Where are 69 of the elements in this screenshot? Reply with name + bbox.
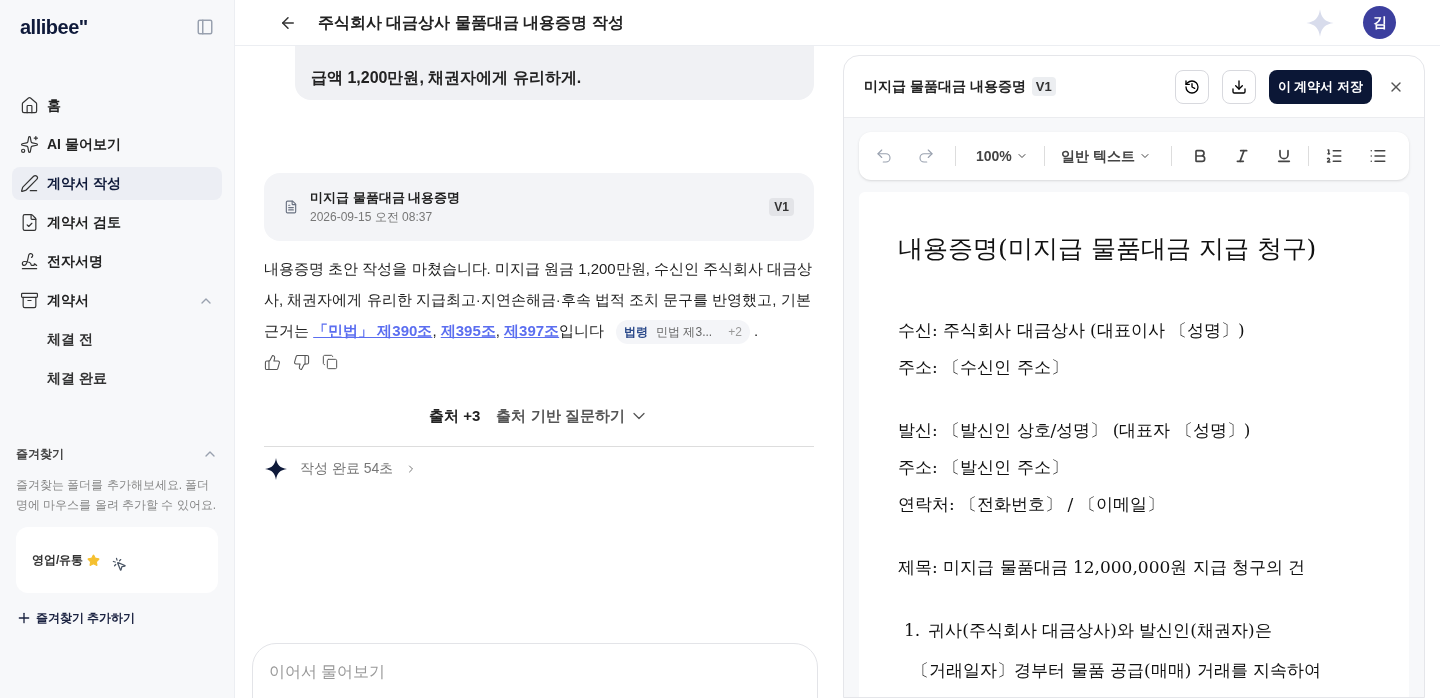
cursor-icon	[112, 556, 128, 572]
nav-subitem[interactable]: 체결 전	[12, 323, 222, 356]
version-badge: V1	[1031, 76, 1056, 97]
nav-subitem[interactable]: 체결 완료	[12, 362, 222, 395]
separator: ,	[432, 322, 438, 339]
copy-icon[interactable]	[322, 354, 338, 370]
sidebar-toggle-icon[interactable]	[196, 18, 214, 36]
document-line: 귀사(주식회사 대금상사)와 발신인(채권자)은	[928, 618, 1273, 642]
list-number: 1.	[904, 618, 921, 642]
done-status[interactable]: 작성 완료 54초	[264, 456, 814, 481]
section-title: 즐겨찾기	[16, 446, 64, 463]
plus-icon	[16, 610, 32, 626]
text-style-select[interactable]: 일반 텍스트	[1060, 145, 1151, 167]
nav-item[interactable]: 계약서	[12, 284, 222, 317]
document-line: 수신: 주식회사 대금상사 (대표이사 〔성명〕)	[898, 318, 1246, 340]
file-check-icon	[20, 213, 39, 232]
pen-icon	[20, 174, 39, 193]
answer-text: 내용증명 초안 작성을 마쳤습니다. 미지급 원금 1,200만원, 수신인 주식회사 대금상사, 채권자에게 유리한 지급최고·지연손해금·후속 법적 조치 문구를 반영했고, 기본 근거는 「민법」 제390조, 제395조, 제397조입니다 법령 민법 제3... +2 .	[264, 253, 814, 346]
law-link[interactable]: 「민법」 제390조	[313, 322, 433, 339]
document-line: 주소: 〔수신인 주소〕	[898, 355, 1069, 377]
document-date: 2026-09-15 오전 08:37	[310, 208, 434, 226]
answer-tail: 입니다	[559, 322, 605, 339]
user-message: 급액 1,200만원, 채권자에게 유리하게.	[295, 46, 814, 100]
answer-end: .	[753, 322, 759, 339]
download-icon	[1230, 78, 1247, 95]
history-button[interactable]	[1174, 69, 1209, 104]
version-badge: V1	[769, 198, 794, 216]
nav-item[interactable]: 전자서명	[12, 245, 222, 278]
logo: allibee"	[20, 15, 88, 40]
star-icon[interactable]	[87, 553, 101, 567]
signature-icon	[20, 252, 39, 271]
bullet-list-icon[interactable]	[1368, 147, 1387, 165]
favorite-item[interactable]: 영업/유통	[32, 551, 84, 569]
zoom-select[interactable]: 100%	[976, 145, 1028, 167]
citation-chip[interactable]: 법령 민법 제3... +2	[616, 320, 750, 345]
save-button[interactable]: 이 계약서 저장	[1268, 69, 1372, 104]
hint-text: 즐겨찾는 폴더를 추가해보세요. 폴더명에 마우스를 올려 추가할 수 있어요.	[16, 477, 217, 514]
nav-item[interactable]: 계약서 작성	[12, 167, 222, 200]
separator: ,	[495, 322, 501, 339]
archive-icon	[20, 291, 39, 310]
page-title: 주식회사 대금상사 물품대금 내용증명 작성	[318, 12, 624, 33]
document-card[interactable]: 미지급 물품대금 내용증명 2026-09-15 오전 08:37 V1	[264, 173, 814, 241]
document-title: 미지급 물품대금 내용증명	[310, 189, 462, 208]
document-line: 〔거래일자〕경부터 물품 공급(매매) 거래를 지속하여	[912, 659, 1322, 682]
nav-item[interactable]: 홈	[12, 89, 222, 122]
history-icon	[1183, 78, 1200, 95]
download-button[interactable]	[1221, 69, 1256, 104]
editor-title: 미지급 물품대금 내용증명	[864, 77, 1026, 96]
underline-icon[interactable]	[1275, 148, 1292, 164]
sources-button[interactable]: 출처 +3	[429, 405, 481, 428]
thumbs-down-icon[interactable]	[293, 354, 310, 371]
law-link[interactable]: 제395조	[440, 322, 496, 339]
user-avatar[interactable]: 김	[1363, 6, 1396, 39]
document-line: 연락처: 〔전화번호〕 / 〔이메일〕	[898, 492, 1165, 514]
sparkle-icon	[20, 135, 39, 154]
nav-item[interactable]: AI 물어보기	[12, 128, 222, 161]
document-line: 제목: 미지급 물품대금 12,000,000원 지급 청구의 건	[898, 555, 1307, 577]
thumbs-up-icon[interactable]	[264, 354, 281, 371]
law-link[interactable]: 제397조	[504, 322, 560, 339]
source-question-button[interactable]: 출처 기반 질문하기	[496, 405, 649, 428]
document-icon	[284, 200, 298, 214]
nav-item[interactable]: 계약서 검토	[12, 206, 222, 239]
composer-input[interactable]: 이어서 물어보기	[269, 660, 801, 684]
add-favorite-button[interactable]: 즐겨찾기 추가하기	[16, 609, 136, 627]
house-icon	[20, 96, 39, 115]
document-line: 발신: 〔발신인 상호/성명〕 (대표자 〔성명〕)	[898, 418, 1252, 440]
numbered-list-icon[interactable]	[1324, 147, 1343, 165]
document-title: 내용증명(미지급 물품대금 지급 청구)	[898, 233, 1318, 265]
document-line: 주소: 〔발신인 주소〕	[898, 455, 1069, 477]
